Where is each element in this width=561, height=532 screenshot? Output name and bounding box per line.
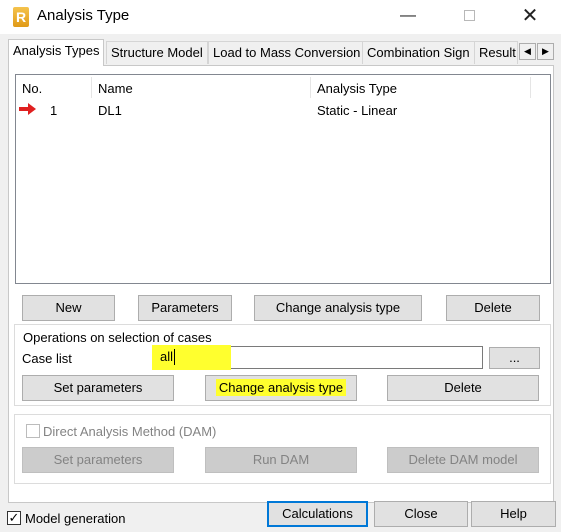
text-caret — [174, 349, 175, 365]
delete-button[interactable]: Delete — [446, 295, 540, 321]
column-header-analysis-type[interactable]: Analysis Type — [317, 81, 397, 96]
tab-scroll-right-icon[interactable]: ▶ — [537, 43, 554, 60]
model-generation-checkbox[interactable]: ✓ — [7, 511, 21, 525]
window-title: Analysis Type — [37, 7, 130, 24]
tab-scroll-left-icon[interactable]: ◀ — [519, 43, 536, 60]
row-analysis-type: Static - Linear — [317, 103, 398, 118]
app-icon: R — [13, 7, 29, 27]
help-button[interactable]: Help — [471, 501, 556, 527]
change-analysis-type-button[interactable]: Change analysis type — [254, 295, 422, 321]
column-separator[interactable] — [91, 77, 92, 98]
maximize-icon — [458, 6, 482, 26]
delete-dam-model-button[interactable]: Delete DAM model — [387, 447, 539, 473]
dam-checkbox[interactable] — [26, 424, 40, 438]
title-bar: R Analysis Type — ✕ — [0, 0, 561, 34]
column-header-no[interactable]: No. — [22, 81, 42, 96]
tab-structure-model[interactable]: Structure Model — [106, 41, 208, 64]
case-list-value: all — [160, 349, 174, 364]
change-analysis-type-selection-button[interactable]: Change analysis type — [205, 375, 357, 401]
tab-result[interactable]: Result — [474, 41, 518, 64]
table-row[interactable] — [16, 99, 550, 121]
close-button[interactable]: Close — [374, 501, 468, 527]
delete-selection-button[interactable]: Delete — [387, 375, 539, 401]
set-parameters-button[interactable]: Set parameters — [22, 375, 174, 401]
browse-button[interactable]: ... — [489, 347, 540, 369]
model-generation-label: Model generation — [25, 511, 126, 526]
operations-group-label: Operations on selection of cases — [23, 330, 212, 345]
close-window-icon[interactable]: ✕ — [518, 6, 542, 26]
checkmark-icon: ✓ — [8, 510, 20, 525]
minimize-icon[interactable]: — — [396, 6, 420, 26]
dam-set-parameters-button[interactable]: Set parameters — [22, 447, 174, 473]
new-button[interactable]: New — [22, 295, 115, 321]
change-analysis-type-label: Change analysis type — [215, 379, 347, 396]
row-no: 1 — [50, 103, 58, 118]
red-arrow-icon — [19, 103, 36, 115]
tab-load-to-mass-conversion[interactable]: Load to Mass Conversion — [208, 41, 366, 64]
column-header-name[interactable]: Name — [98, 81, 133, 96]
dam-checkbox-label: Direct Analysis Method (DAM) — [43, 424, 217, 439]
tab-combination-sign[interactable]: Combination Sign — [362, 41, 475, 64]
column-separator[interactable] — [530, 77, 531, 98]
tab-analysis-types[interactable]: Analysis Types — [8, 39, 105, 66]
case-list-label: Case list — [22, 351, 72, 366]
row-name: DL1 — [98, 103, 122, 118]
run-dam-button[interactable]: Run DAM — [205, 447, 357, 473]
parameters-button[interactable]: Parameters — [138, 295, 232, 321]
column-separator[interactable] — [310, 77, 311, 98]
calculations-button[interactable]: Calculations — [267, 501, 368, 527]
